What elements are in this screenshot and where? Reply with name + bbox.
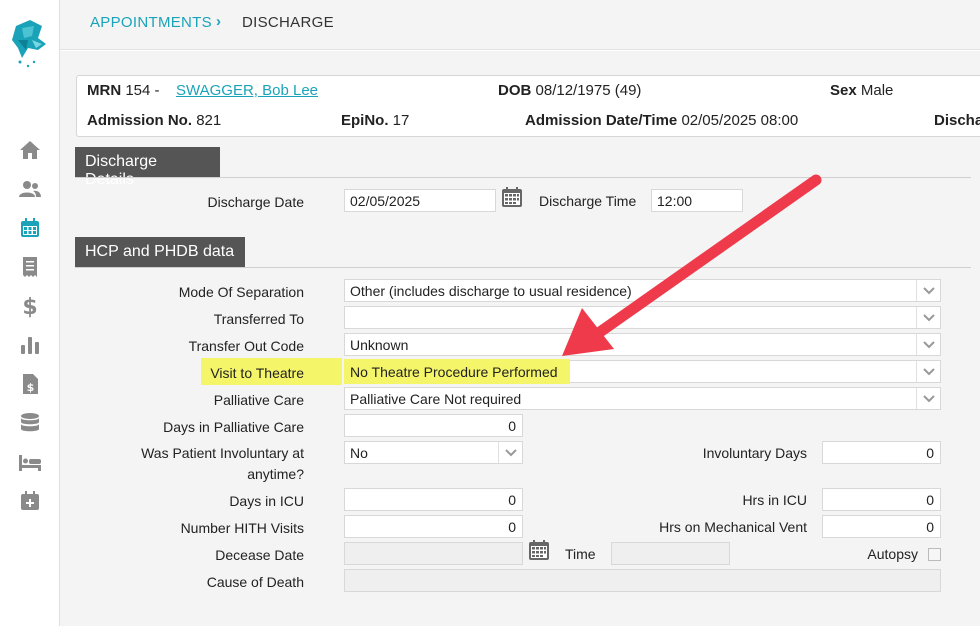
mech-vent-input[interactable]: 0: [822, 515, 941, 538]
mode-of-separation-value: Other (includes discharge to usual resid…: [350, 283, 632, 299]
svg-text:$: $: [27, 381, 35, 394]
patient-banner: MRN 154 - SWAGGER, Bob Lee DOB 08/12/197…: [76, 75, 980, 137]
decease-date-input[interactable]: [344, 542, 523, 565]
discharge-label-truncated: Discha: [934, 112, 980, 129]
bar-chart-icon[interactable]: [16, 331, 44, 359]
hith-visits-label: Number HITH Visits: [180, 520, 304, 536]
main-content: MRN 154 - SWAGGER, Bob Lee DOB 08/12/197…: [60, 51, 980, 626]
dollar-icon[interactable]: $: [16, 292, 44, 320]
days-icu-input[interactable]: 0: [344, 488, 523, 511]
palliative-care-select[interactable]: Palliative Care Not required: [344, 387, 941, 410]
calendar-plus-icon[interactable]: [16, 487, 44, 515]
breadcrumb-separator-icon: ›: [216, 13, 222, 30]
involuntary-days-label: Involuntary Days: [702, 445, 807, 461]
hcp-phdb-header: HCP and PHDB data: [75, 237, 245, 267]
visit-to-theatre-select[interactable]: No Theatre Procedure Performed: [344, 359, 941, 384]
breadcrumb-current: DISCHARGE: [242, 14, 334, 31]
section-divider: [75, 177, 971, 178]
calendar-picker-icon[interactable]: [501, 186, 523, 208]
users-icon[interactable]: [16, 175, 44, 203]
discharge-date-label: Discharge Date: [207, 194, 305, 210]
breadcrumb-appointments[interactable]: APPOINTMENTS: [90, 14, 212, 31]
chevron-down-icon[interactable]: [498, 442, 522, 463]
days-palliative-input[interactable]: 0: [344, 414, 523, 437]
receipt-icon[interactable]: [16, 253, 44, 281]
calendar-picker-icon[interactable]: [528, 539, 550, 561]
chevron-down-icon[interactable]: [916, 334, 940, 355]
decease-date-label: Decease Date: [215, 547, 304, 563]
involuntary-days-input[interactable]: 0: [822, 441, 941, 464]
dob: DOB 08/12/1975 (49): [498, 82, 642, 99]
invoice-icon[interactable]: $: [16, 370, 44, 398]
decease-time-input[interactable]: [611, 542, 730, 565]
days-icu-label: Days in ICU: [229, 493, 304, 509]
chevron-down-icon[interactable]: [916, 361, 940, 382]
topbar: APPOINTMENTS › DISCHARGE: [60, 0, 980, 50]
time-label: Time: [565, 546, 596, 562]
discharge-time-input[interactable]: 12:00: [651, 189, 743, 212]
discharge-details-header: Discharge Details: [75, 147, 220, 188]
transfer-out-code-label: Transfer Out Code: [188, 338, 304, 354]
visit-to-theatre-label: Visit to Theatre: [210, 365, 304, 381]
chevron-down-icon[interactable]: [916, 388, 940, 409]
database-icon[interactable]: [16, 409, 44, 437]
admission-no: Admission No. 821: [87, 112, 222, 129]
visit-to-theatre-value: No Theatre Procedure Performed: [350, 364, 558, 380]
autopsy-label: Autopsy: [867, 546, 918, 562]
calendar-icon[interactable]: [16, 214, 44, 242]
sex: Sex Male: [830, 82, 894, 99]
cause-of-death-input[interactable]: [344, 569, 941, 592]
hith-visits-input[interactable]: 0: [344, 515, 523, 538]
discharge-date-input[interactable]: 02/05/2025: [344, 189, 496, 212]
involuntary-label-line1: Was Patient Involuntary at: [141, 445, 304, 461]
admission-datetime: Admission Date/Time 02/05/2025 08:00: [525, 112, 799, 129]
patient-name-link[interactable]: SWAGGER, Bob Lee: [176, 82, 318, 99]
chevron-down-icon[interactable]: [916, 280, 940, 301]
chevron-down-icon[interactable]: [916, 307, 940, 328]
discharge-time-label: Discharge Time: [539, 193, 637, 209]
involuntary-value: No: [350, 445, 368, 461]
transferred-to-select[interactable]: [344, 306, 941, 329]
hrs-icu-input[interactable]: 0: [822, 488, 941, 511]
autopsy-checkbox[interactable]: [928, 548, 941, 561]
mrn: MRN 154 -: [87, 82, 160, 99]
palliative-care-label: Palliative Care: [213, 392, 304, 408]
transferred-to-label: Transferred To: [213, 311, 304, 327]
section-divider: [75, 267, 971, 268]
mode-of-separation-label: Mode Of Separation: [178, 284, 304, 300]
home-icon[interactable]: [16, 136, 44, 164]
episode-no: EpiNo. 17: [341, 112, 410, 129]
days-palliative-label: Days in Palliative Care: [163, 419, 304, 435]
transfer-out-code-select[interactable]: Unknown: [344, 333, 941, 356]
svg-text:$: $: [22, 295, 37, 318]
mode-of-separation-select[interactable]: Other (includes discharge to usual resid…: [344, 279, 941, 302]
hrs-icu-label: Hrs in ICU: [742, 492, 807, 508]
cause-of-death-label: Cause of Death: [206, 574, 304, 590]
palliative-care-value: Palliative Care Not required: [350, 391, 522, 407]
sidebar: $ $: [0, 0, 60, 626]
involuntary-select[interactable]: No: [344, 441, 523, 464]
logo-icon[interactable]: [8, 18, 50, 70]
transfer-out-code-value: Unknown: [350, 337, 409, 353]
mech-vent-label: Hrs on Mechanical Vent: [659, 519, 807, 535]
bed-icon[interactable]: [16, 448, 44, 476]
involuntary-label-line2: anytime?: [247, 466, 304, 482]
